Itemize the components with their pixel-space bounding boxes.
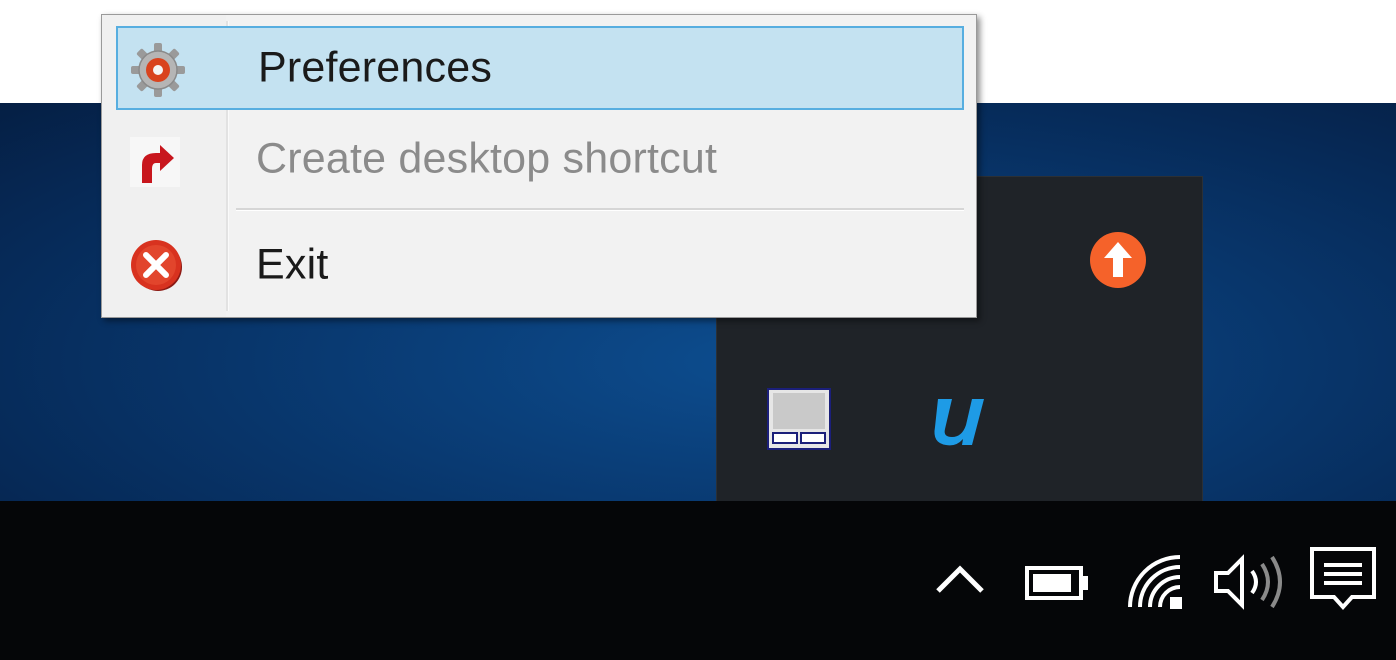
battery-icon[interactable] bbox=[1024, 563, 1092, 603]
menu-item-exit[interactable]: Exit bbox=[116, 223, 964, 307]
taskbar bbox=[0, 501, 1396, 660]
menu-item-label: Preferences bbox=[258, 43, 493, 92]
show-hidden-icons-chevron-icon[interactable] bbox=[932, 559, 988, 599]
shortcut-arrow-icon bbox=[128, 131, 184, 187]
menu-item-label: Create desktop shortcut bbox=[256, 134, 718, 183]
context-menu: Preferences Create desktop shortcut Exit bbox=[101, 14, 977, 318]
menu-item-preferences[interactable]: Preferences bbox=[116, 26, 964, 110]
menu-item-label: Exit bbox=[256, 240, 329, 289]
touchpad-icon[interactable] bbox=[766, 387, 832, 451]
menu-separator bbox=[236, 208, 964, 211]
exit-icon bbox=[128, 237, 184, 293]
action-center-icon[interactable] bbox=[1308, 545, 1378, 615]
u-app-icon[interactable] bbox=[930, 387, 990, 451]
wifi-icon[interactable] bbox=[1126, 553, 1188, 611]
volume-icon[interactable] bbox=[1212, 551, 1284, 613]
upload-arrow-icon[interactable] bbox=[1088, 230, 1148, 290]
gear-icon bbox=[130, 42, 186, 98]
menu-item-create-desktop-shortcut[interactable]: Create desktop shortcut bbox=[116, 117, 964, 201]
